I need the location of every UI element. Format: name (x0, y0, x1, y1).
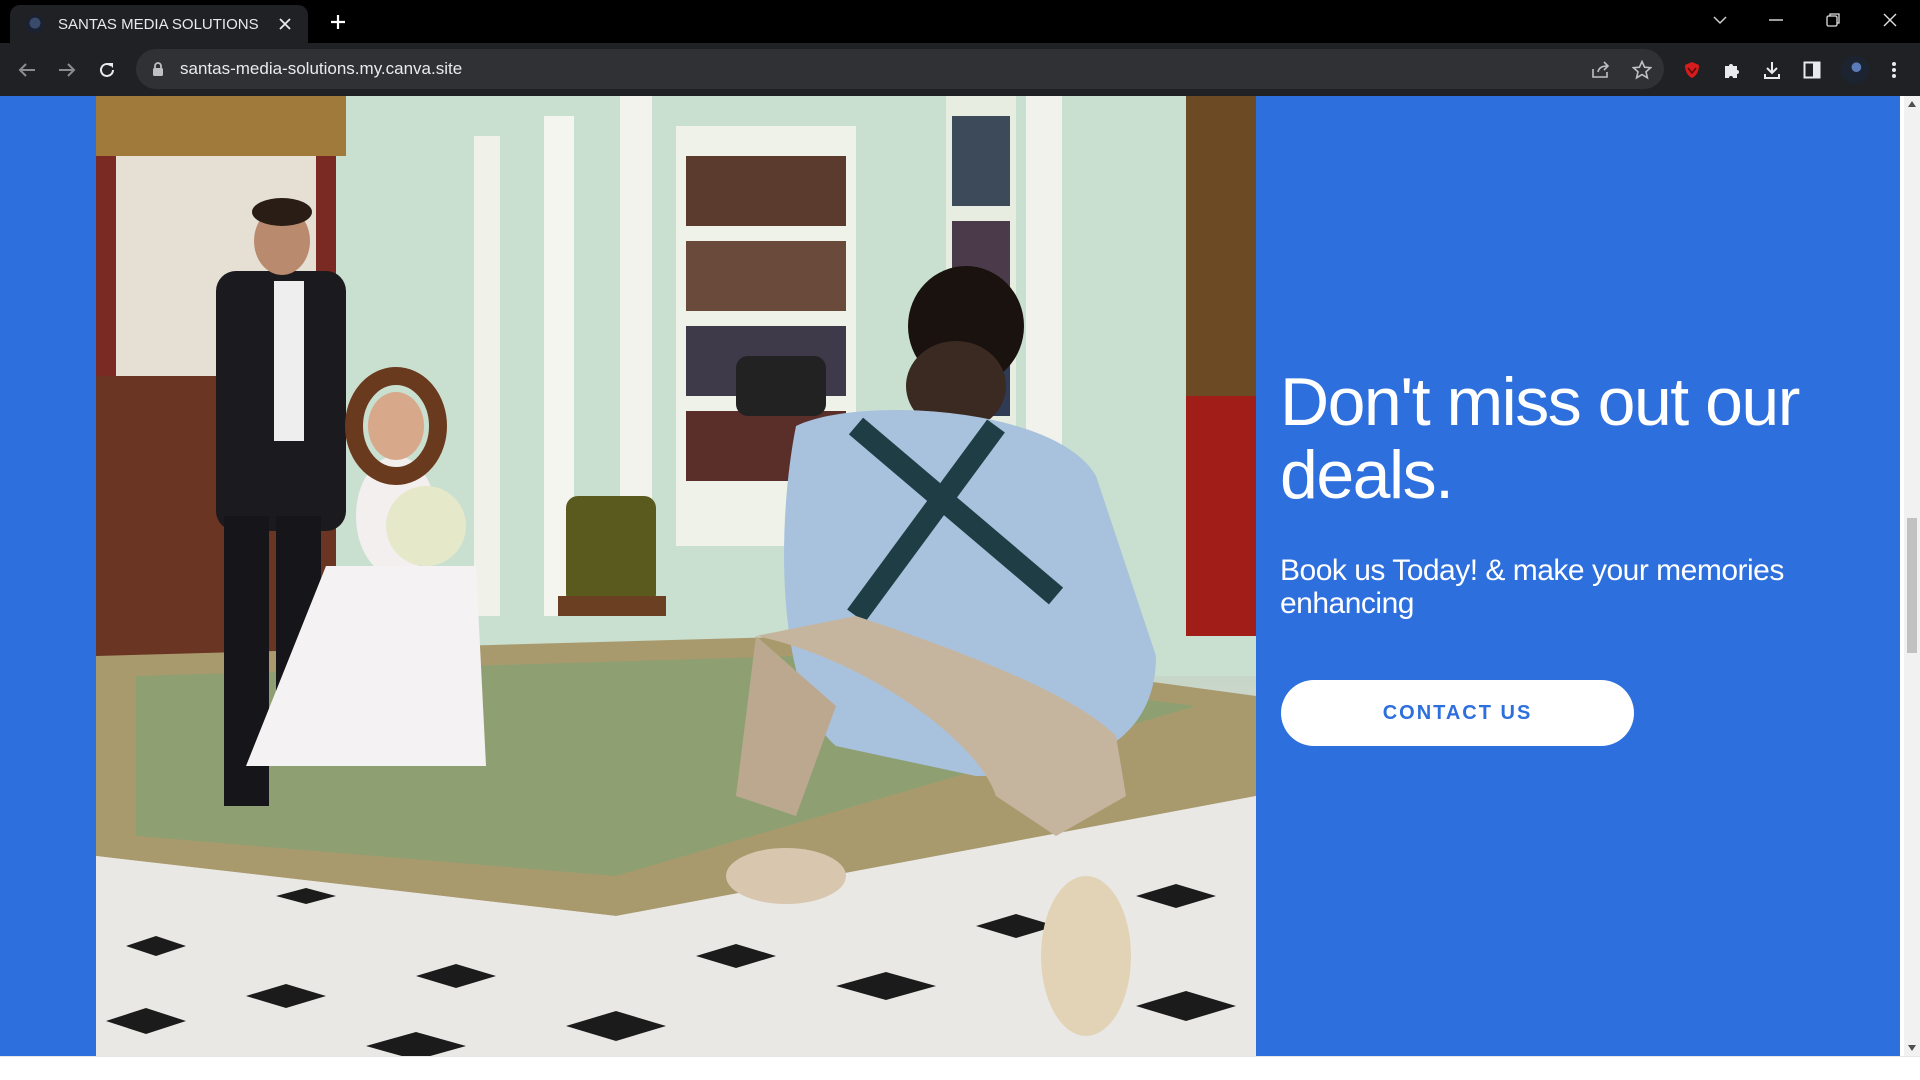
promo-text-block: Don't miss out our deals. Book us Today!… (1280, 364, 1840, 621)
promo-headline: Don't miss out our deals. (1280, 364, 1800, 513)
lock-icon[interactable] (150, 61, 166, 77)
side-panel-icon[interactable] (1799, 57, 1825, 83)
extension-shield-icon[interactable] (1679, 57, 1705, 83)
restore-icon[interactable] (1805, 0, 1861, 40)
tab-title: SANTAS MEDIA SOLUTIONS (58, 15, 259, 33)
kebab-menu-icon[interactable] (1881, 57, 1907, 83)
address-bar[interactable]: santas-media-solutions.my.canva.site (136, 49, 1664, 89)
puzzle-icon[interactable] (1719, 57, 1745, 83)
profile-avatar[interactable] (1841, 56, 1869, 84)
minimize-icon[interactable] (1748, 0, 1804, 40)
close-window-icon[interactable] (1862, 0, 1918, 40)
tab-search-icon[interactable] (1692, 0, 1748, 40)
hero-photo (96, 96, 1256, 1056)
plus-icon[interactable] (326, 10, 350, 34)
promo-subhead: Book us Today! & make your memories enha… (1280, 554, 1784, 620)
promo-section: Don't miss out our deals. Book us Today!… (0, 96, 1900, 1056)
page-bottom-strip (0, 1056, 1920, 1080)
reload-icon[interactable] (94, 57, 120, 83)
arrow-left-icon[interactable] (14, 57, 40, 83)
close-icon[interactable] (276, 15, 294, 33)
scroll-up-arrow-icon[interactable] (1904, 96, 1920, 112)
scrollbar-thumb[interactable] (1907, 518, 1917, 653)
star-icon[interactable] (1629, 57, 1655, 83)
wedding-photoshoot-image (96, 96, 1256, 1056)
browser-toolbar: santas-media-solutions.my.canva.site (0, 43, 1920, 96)
arrow-right-icon[interactable] (54, 57, 80, 83)
scroll-down-arrow-icon[interactable] (1904, 1040, 1920, 1056)
share-icon[interactable] (1588, 57, 1614, 83)
site-favicon-icon (26, 15, 44, 33)
url-text[interactable]: santas-media-solutions.my.canva.site (180, 59, 462, 79)
page-viewport: Don't miss out our deals. Book us Today!… (0, 96, 1904, 1056)
browser-tab[interactable]: SANTAS MEDIA SOLUTIONS (10, 5, 308, 43)
download-icon[interactable] (1759, 57, 1785, 83)
browser-tab-bar: SANTAS MEDIA SOLUTIONS (0, 0, 1920, 43)
contact-us-button[interactable]: CONTACT US (1281, 680, 1634, 746)
page-scrollbar[interactable] (1904, 96, 1920, 1056)
